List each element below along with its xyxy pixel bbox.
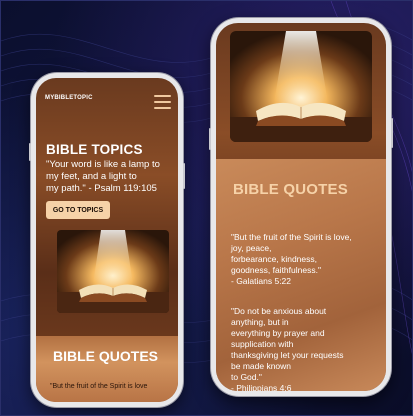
showcase-background: MYBIBLETOPIC BIBLE TOPICS "Your word is … bbox=[0, 0, 413, 416]
quote-philippians: "Do not be anxious about anything, but i… bbox=[231, 306, 344, 391]
bible-quotes-section: BIBLE QUOTES "But the fruit of the Spiri… bbox=[36, 336, 178, 402]
hamburger-menu-icon[interactable] bbox=[154, 95, 171, 109]
bible-quotes-panel: BIBLE QUOTES "But the fruit of the Spiri… bbox=[216, 159, 386, 391]
quote-galatians: "But the fruit of the Spirit is love, jo… bbox=[231, 232, 352, 286]
right-phone-screen: BIBLE QUOTES "But the fruit of the Spiri… bbox=[216, 23, 386, 391]
left-phone-screen: MYBIBLETOPIC BIBLE TOPICS "Your word is … bbox=[36, 78, 178, 402]
open-bible-image bbox=[57, 230, 169, 313]
go-to-topics-button[interactable]: GO TO TOPICS bbox=[46, 201, 110, 219]
open-bible-image bbox=[230, 31, 372, 142]
section-title: BIBLE QUOTES bbox=[53, 348, 159, 364]
hero-quote: "Your word is like a lamp to my feet, an… bbox=[46, 159, 160, 194]
brand-logo[interactable]: MYBIBLETOPIC bbox=[45, 95, 93, 101]
section-title: BIBLE QUOTES bbox=[233, 181, 348, 198]
volume-button bbox=[29, 143, 31, 161]
power-button bbox=[391, 118, 393, 148]
left-phone-mockup: MYBIBLETOPIC BIBLE TOPICS "Your word is … bbox=[29, 73, 185, 407]
volume-button bbox=[209, 128, 211, 150]
power-button bbox=[183, 163, 185, 189]
quote-preview: "But the fruit of the Spirit is love bbox=[50, 383, 148, 390]
hero-title: BIBLE TOPICS bbox=[46, 142, 143, 157]
right-phone-mockup: BIBLE QUOTES "But the fruit of the Spiri… bbox=[209, 18, 393, 396]
